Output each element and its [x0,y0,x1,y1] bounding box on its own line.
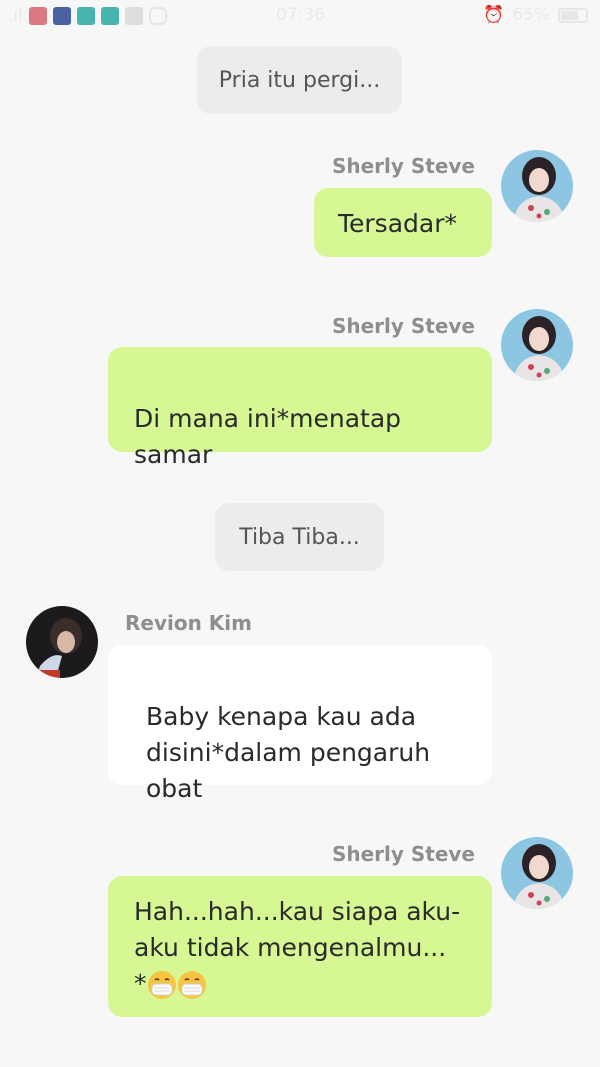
battery-percentage: 65% [512,5,550,25]
battery-icon [558,7,588,23]
status-bar: .ıl 07:36 ⏰ 65% [0,0,600,30]
message-text: Hah...hah...kau siapa aku- aku tidak men… [134,897,461,962]
message-emoji-line: * [134,966,466,1002]
message-bubble: Baby kenapa kau ada disini*dalam pengaru… [108,645,492,803]
message-bubble: Tersadar* [314,188,492,257]
sherly-steve-avatar[interactable] [501,837,573,909]
app-notification-icon [124,7,143,25]
app-notification-icon [28,7,47,25]
message-suffix: * [134,969,147,998]
narration-text: Pria itu pergi... [218,67,381,93]
revion-avatar-image [26,606,98,678]
alarm-icon: ⏰ [483,5,505,25]
sender-name: Sherly Steve [331,314,475,338]
message-bubble: Hah...hah...kau siapa aku- aku tidak men… [108,876,492,1017]
sherly-avatar-image [501,150,573,222]
message-text: Di mana ini*menatap samar [134,404,402,469]
message-text: Tersadar* [338,209,457,238]
status-icons-left: .ıl [8,6,167,26]
status-icons-right: ⏰ 65% [483,5,588,25]
sherly-avatar-image [501,309,573,381]
sherly-steve-avatar[interactable] [501,150,573,222]
message-bubble: Di mana ini*menatap samar [108,347,492,469]
sherly-avatar-image [501,837,573,909]
sender-name: Sherly Steve [331,842,475,866]
instagram-icon [148,7,167,25]
sender-name: Revion Kim [125,611,252,635]
app-notification-icon [76,7,95,25]
face-with-medical-mask-icon [177,971,206,999]
signal-icon: .ıl [8,6,23,26]
narration-bubble: Pria itu pergi... [197,46,402,114]
narration-bubble: Tiba Tiba... [215,503,384,571]
status-time: 07:36 [276,5,325,25]
app-notification-icon [52,7,71,25]
sherly-steve-avatar[interactable] [501,309,573,381]
app-notification-icon [100,7,119,25]
face-with-medical-mask-icon [147,971,176,999]
narration-text: Tiba Tiba... [239,524,360,550]
revion-kim-avatar[interactable] [26,606,98,678]
sender-name: Sherly Steve [331,154,475,178]
message-text: Baby kenapa kau ada disini*dalam pengaru… [146,702,431,803]
